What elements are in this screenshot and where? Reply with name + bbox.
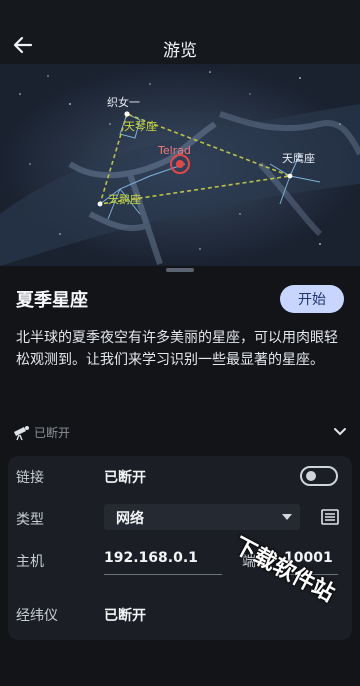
start-button[interactable]: 开始 bbox=[280, 285, 344, 313]
telescope-icon bbox=[14, 426, 29, 441]
list-icon[interactable] bbox=[320, 507, 340, 527]
type-select[interactable]: 网络 bbox=[104, 504, 300, 530]
tour-title: 夏季星座 bbox=[16, 290, 88, 311]
chevron-down-icon[interactable] bbox=[332, 424, 348, 440]
dropdown-arrow-icon bbox=[282, 514, 292, 520]
type-label: 类型 bbox=[16, 512, 44, 528]
sky-view[interactable]: 织女一 天琴座 Telrad 天鹰座 天鹅座 bbox=[0, 64, 360, 266]
telrad-label: Telrad bbox=[157, 144, 191, 157]
lyra-label: 天琴座 bbox=[124, 119, 157, 133]
page-title: 游览 bbox=[163, 41, 197, 61]
theodolite-value: 已断开 bbox=[104, 608, 146, 624]
connection-header[interactable]: 已断开 bbox=[8, 420, 352, 444]
host-input[interactable]: 192.168.0.1 bbox=[104, 546, 222, 575]
link-toggle[interactable] bbox=[300, 466, 338, 486]
link-value: 已断开 bbox=[104, 470, 146, 486]
type-select-value: 网络 bbox=[116, 511, 144, 527]
host-value: 192.168.0.1 bbox=[104, 550, 198, 566]
top-app-bar: 游览 bbox=[0, 0, 360, 64]
aquila-label: 天鹰座 bbox=[282, 151, 315, 165]
sky-map[interactable]: 织女一 天琴座 Telrad 天鹰座 天鹅座 bbox=[0, 64, 360, 266]
drag-handle[interactable] bbox=[166, 268, 194, 272]
cygnus-label: 天鹅座 bbox=[108, 192, 141, 206]
toggle-knob bbox=[306, 471, 316, 481]
host-label: 主机 bbox=[16, 554, 44, 570]
vega-label: 织女一 bbox=[107, 95, 140, 109]
theodolite-label: 经纬仪 bbox=[16, 608, 58, 624]
tour-description: 北半球的夏季夜空有许多美丽的星座，可以用肉眼轻松观测到。让我们来学习识别一些最显… bbox=[16, 330, 338, 368]
link-label: 链接 bbox=[16, 470, 44, 486]
connection-status: 已断开 bbox=[34, 426, 71, 440]
